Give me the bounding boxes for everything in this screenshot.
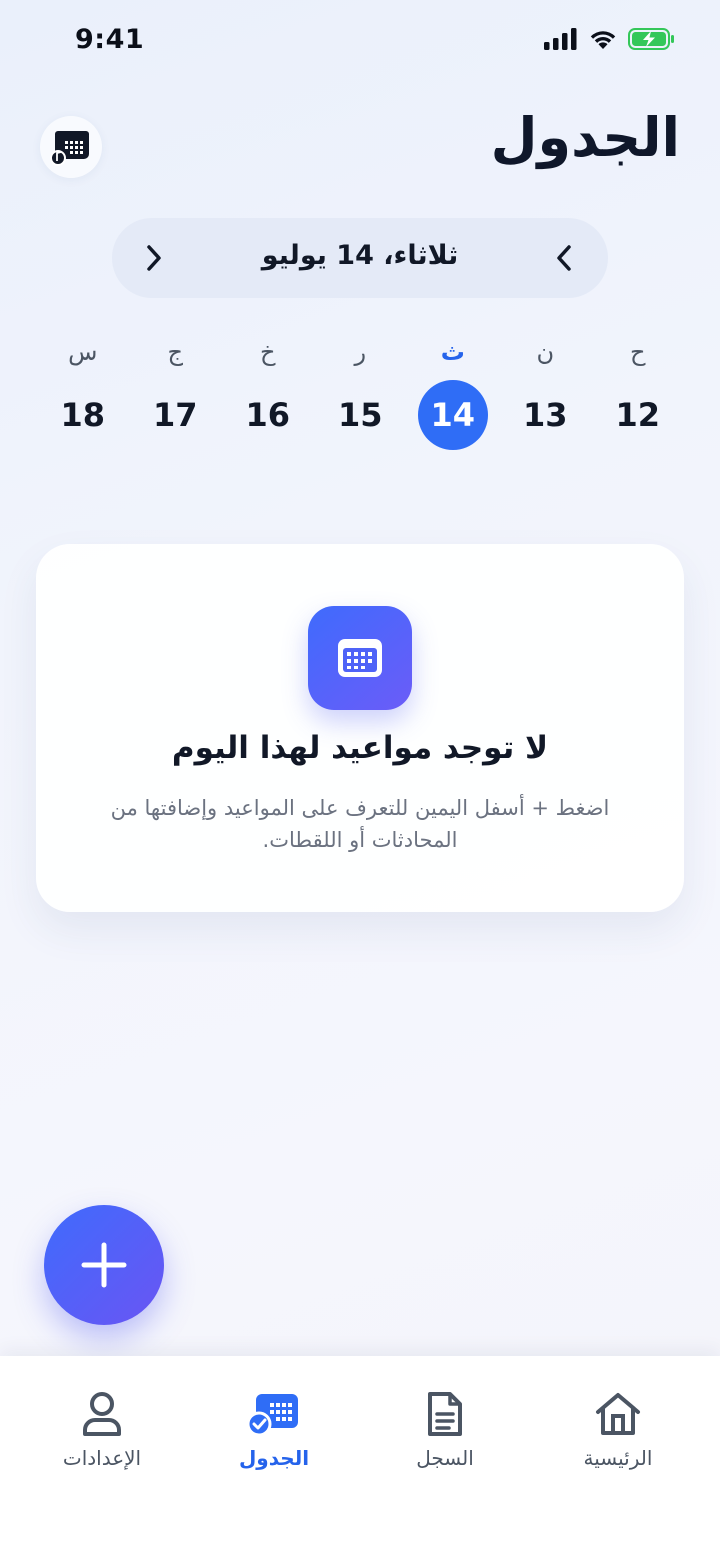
status-time: 9:41	[75, 24, 145, 55]
tab-bar: الرئيسية السجل الجدول الإعدادات	[0, 1356, 720, 1558]
day-cell[interactable]: خ 16	[222, 332, 315, 462]
calendar-music-icon	[50, 131, 89, 166]
tab-schedule[interactable]: الجدول	[204, 1386, 344, 1470]
plus-icon	[81, 1242, 127, 1288]
home-icon	[596, 1393, 640, 1435]
tab-history[interactable]: السجل	[375, 1386, 515, 1470]
page-title: الجدول	[490, 106, 680, 169]
day-number: 14	[417, 380, 488, 450]
tab-settings[interactable]: الإعدادات	[32, 1386, 172, 1470]
day-number: 16	[245, 396, 291, 434]
tab-history-label: السجل	[416, 1446, 474, 1470]
empty-state-description: اضغط + أسفل اليمين للتعرف على المواعيد و…	[110, 796, 610, 852]
day-cell[interactable]: ر 15	[314, 332, 407, 462]
weekday-label: ن	[536, 338, 555, 366]
day-cell[interactable]: س 18	[37, 332, 130, 462]
calendar-icon	[338, 639, 382, 677]
next-day-button[interactable]	[136, 240, 172, 276]
weekday-label: خ	[260, 338, 276, 366]
weekday-label: ح	[630, 338, 646, 366]
date-navigator: ثلاثاء، 14 يوليو	[112, 218, 608, 298]
tab-schedule-label: الجدول	[238, 1446, 310, 1470]
week-strip: ح 12 ن 13 ث 14 ر 15 خ 16 ج 17 س 18	[36, 332, 684, 462]
day-cell[interactable]: ح 12	[592, 332, 685, 462]
calendar-sync-button[interactable]	[40, 116, 102, 178]
document-icon	[428, 1392, 462, 1436]
empty-state-title: لا توجد مواعيد لهذا اليوم	[171, 730, 549, 766]
chevron-left-icon	[557, 245, 571, 271]
day-cell[interactable]: ج 17	[129, 332, 222, 462]
day-number: 13	[522, 396, 568, 434]
battery-charging-icon	[628, 28, 674, 50]
day-number: 12	[615, 396, 661, 434]
empty-state-icon-tile	[308, 606, 412, 710]
weekday-label: ج	[167, 338, 184, 366]
tab-home[interactable]: الرئيسية	[548, 1386, 688, 1470]
tab-settings-label: الإعدادات	[62, 1446, 142, 1470]
current-date-label: ثلاثاء، 14 يوليو	[261, 240, 459, 271]
wifi-icon	[590, 31, 616, 49]
status-icons	[544, 28, 676, 50]
add-appointment-button[interactable]	[44, 1205, 164, 1325]
weekday-label: س	[68, 338, 98, 366]
day-number: 15	[337, 396, 383, 434]
day-cell[interactable]: ن 13	[499, 332, 592, 462]
cellular-signal-icon	[544, 28, 577, 50]
chevron-right-icon	[147, 245, 161, 271]
tab-home-label: الرئيسية	[583, 1446, 653, 1470]
day-number: 17	[152, 396, 198, 434]
day-cell-selected[interactable]: ث 14	[407, 332, 500, 462]
empty-state-card: لا توجد مواعيد لهذا اليوم اضغط + أسفل ال…	[36, 544, 684, 912]
user-icon	[83, 1392, 121, 1436]
day-number: 18	[60, 396, 106, 434]
previous-day-button[interactable]	[546, 240, 582, 276]
weekday-label: ث	[440, 338, 465, 366]
calendar-check-icon	[246, 1394, 298, 1437]
weekday-label: ر	[354, 338, 367, 366]
